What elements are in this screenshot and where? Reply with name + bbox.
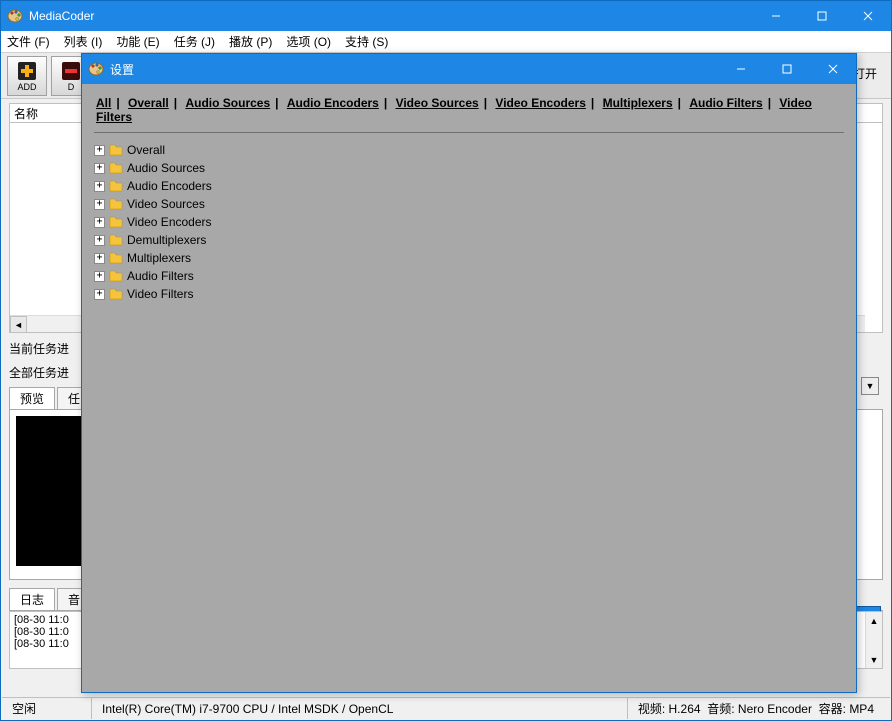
expander-icon[interactable]: + (94, 217, 105, 228)
settings-nav-links: All| Overall| Audio Sources| Audio Encod… (82, 84, 856, 130)
folder-icon (109, 198, 123, 210)
folder-icon (109, 270, 123, 282)
tree-item-video-encoders[interactable]: +Video Encoders (94, 213, 844, 231)
settings-minimize-button[interactable] (718, 54, 764, 84)
minus-icon (60, 60, 82, 82)
tree-item-video-sources[interactable]: +Video Sources (94, 195, 844, 213)
palette-icon (88, 61, 104, 77)
main-titlebar: MediaCoder (1, 1, 891, 31)
menu-support[interactable]: 支持 (S) (345, 33, 388, 50)
settings-maximize-button[interactable] (764, 54, 810, 84)
main-title: MediaCoder (29, 9, 753, 23)
tree-item-overall[interactable]: +Overall (94, 141, 844, 159)
link-video-encoders[interactable]: Video Encoders (495, 96, 585, 110)
maximize-button[interactable] (799, 1, 845, 31)
window-buttons (753, 1, 891, 31)
settings-window: 设置 All| Overall| Audio Sources| Audio En… (81, 53, 857, 693)
link-audio-sources[interactable]: Audio Sources (185, 96, 270, 110)
dropdown-arrow-icon[interactable]: ▼ (861, 377, 879, 395)
add-label: ADD (17, 82, 36, 92)
link-multiplexers[interactable]: Multiplexers (603, 96, 673, 110)
expander-icon[interactable]: + (94, 289, 105, 300)
expander-icon[interactable]: + (94, 253, 105, 264)
tree-item-audio-encoders[interactable]: +Audio Encoders (94, 177, 844, 195)
tree-item-multiplexers[interactable]: +Multiplexers (94, 249, 844, 267)
status-cpu: Intel(R) Core(TM) i7-9700 CPU / Intel MS… (92, 698, 628, 719)
link-audio-encoders[interactable]: Audio Encoders (287, 96, 379, 110)
expander-icon[interactable]: + (94, 235, 105, 246)
settings-window-buttons (718, 54, 856, 84)
add-button[interactable]: ADD (7, 56, 47, 96)
link-all[interactable]: All (96, 96, 111, 110)
expander-icon[interactable]: + (94, 163, 105, 174)
plus-icon (16, 60, 38, 82)
tree-item-video-filters[interactable]: +Video Filters (94, 285, 844, 303)
scroll-down-icon[interactable]: ▼ (866, 651, 882, 668)
minimize-button[interactable] (753, 1, 799, 31)
settings-title: 设置 (110, 61, 718, 78)
folder-icon (109, 216, 123, 228)
close-button[interactable] (845, 1, 891, 31)
tree-item-demultiplexers[interactable]: +Demultiplexers (94, 231, 844, 249)
status-idle: 空闲 (2, 698, 92, 719)
scroll-up-icon[interactable]: ▲ (866, 612, 882, 629)
status-codec: 视频: H.264 音频: Nero Encoder 容器: MP4 (628, 698, 890, 719)
expander-icon[interactable]: + (94, 199, 105, 210)
expander-icon[interactable]: + (94, 145, 105, 156)
menu-list[interactable]: 列表 (I) (64, 33, 103, 50)
menu-options[interactable]: 选项 (O) (286, 33, 331, 50)
tree-item-audio-filters[interactable]: +Audio Filters (94, 267, 844, 285)
expander-icon[interactable]: + (94, 271, 105, 282)
menubar: 文件 (F) 列表 (I) 功能 (E) 任务 (J) 播放 (P) 选项 (O… (1, 31, 891, 53)
settings-titlebar: 设置 (82, 54, 856, 84)
settings-close-button[interactable] (810, 54, 856, 84)
tab-log[interactable]: 日志 (9, 588, 55, 610)
menu-file[interactable]: 文件 (F) (7, 33, 50, 50)
folder-icon (109, 162, 123, 174)
delete-label: D (68, 82, 75, 92)
menu-task[interactable]: 任务 (J) (174, 33, 215, 50)
col-name: 名称 (14, 105, 38, 122)
settings-divider (94, 132, 844, 133)
folder-icon (109, 180, 123, 192)
scroll-left-icon[interactable]: ◄ (10, 316, 27, 333)
expander-icon[interactable]: + (94, 181, 105, 192)
folder-icon (109, 234, 123, 246)
settings-tree: +Overall +Audio Sources +Audio Encoders … (82, 141, 856, 303)
menu-play[interactable]: 播放 (P) (229, 33, 272, 50)
main-window: MediaCoder 文件 (F) 列表 (I) 功能 (E) 任务 (J) 播… (0, 0, 892, 721)
link-audio-filters[interactable]: Audio Filters (689, 96, 762, 110)
menu-func[interactable]: 功能 (E) (116, 33, 159, 50)
statusbar: 空闲 Intel(R) Core(TM) i7-9700 CPU / Intel… (2, 697, 890, 719)
app-icon (7, 8, 23, 24)
tab-preview[interactable]: 预览 (9, 387, 55, 409)
tree-item-audio-sources[interactable]: +Audio Sources (94, 159, 844, 177)
link-overall[interactable]: Overall (128, 96, 169, 110)
folder-icon (109, 288, 123, 300)
folder-icon (109, 144, 123, 156)
folder-icon (109, 252, 123, 264)
link-video-sources[interactable]: Video Sources (396, 96, 479, 110)
log-scrollbar[interactable]: ▲ ▼ (865, 612, 882, 668)
